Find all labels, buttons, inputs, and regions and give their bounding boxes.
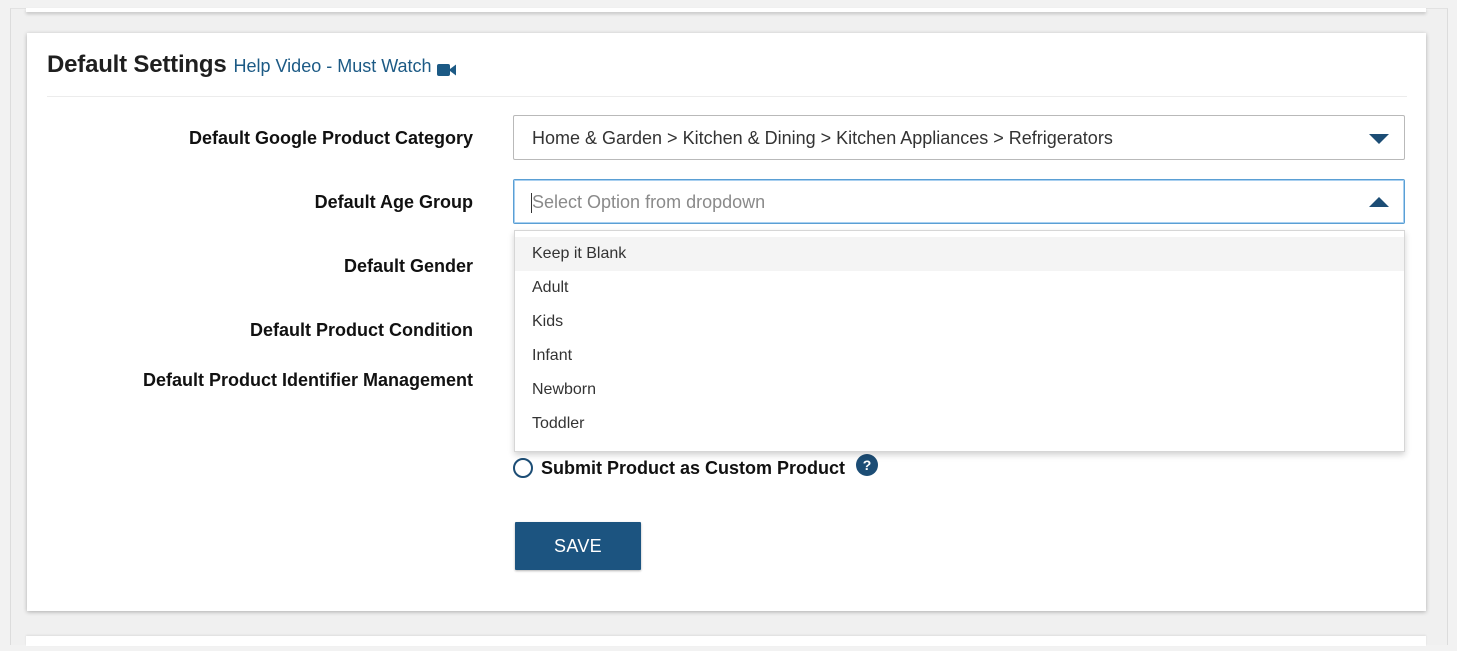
age-group-label: Default Age Group bbox=[314, 192, 473, 212]
header-divider bbox=[47, 96, 1407, 97]
google-category-select[interactable]: Home & Garden > Kitchen & Dining > Kitch… bbox=[513, 115, 1405, 160]
condition-label: Default Product Condition bbox=[250, 320, 473, 340]
card-header: Default Settings Help Video - Must Watch bbox=[47, 51, 457, 79]
save-button[interactable]: SAVE bbox=[515, 522, 641, 570]
default-settings-card: Default Settings Help Video - Must Watch… bbox=[27, 33, 1426, 611]
previous-card-edge bbox=[26, 8, 1426, 12]
dropdown-option-toddler[interactable]: Toddler bbox=[515, 407, 1404, 441]
dropdown-option-newborn[interactable]: Newborn bbox=[515, 373, 1404, 407]
custom-product-radio[interactable] bbox=[513, 458, 533, 478]
custom-product-option[interactable]: Submit Product as Custom Product ? bbox=[513, 454, 879, 479]
identifier-management-label: Default Product Identifier Management bbox=[142, 370, 473, 390]
video-camera-icon bbox=[436, 61, 457, 76]
custom-product-label: Submit Product as Custom Product bbox=[541, 457, 846, 478]
dropdown-option-kids[interactable]: Kids bbox=[515, 305, 1404, 339]
chevron-up-icon bbox=[1369, 197, 1389, 207]
help-video-link[interactable]: Help Video - Must Watch bbox=[233, 56, 456, 77]
chevron-down-icon bbox=[1369, 134, 1389, 144]
next-card-edge bbox=[26, 636, 1426, 646]
age-group-placeholder: Select Option from dropdown bbox=[532, 192, 766, 212]
age-group-select[interactable]: Select Option from dropdown bbox=[513, 179, 1405, 224]
help-icon[interactable]: ? bbox=[856, 454, 879, 476]
gender-label: Default Gender bbox=[343, 256, 473, 276]
card-title: Default Settings bbox=[47, 51, 227, 78]
google-category-label: Default Google Product Category bbox=[188, 128, 473, 148]
age-group-dropdown-menu: Keep it Blank Adult Kids Infant Newborn … bbox=[514, 230, 1405, 452]
dropdown-option-adult[interactable]: Adult bbox=[515, 271, 1404, 305]
dropdown-option-keep-blank[interactable]: Keep it Blank bbox=[515, 237, 1404, 271]
google-category-value: Home & Garden > Kitchen & Dining > Kitch… bbox=[532, 128, 1113, 148]
help-video-link-label: Help Video - Must Watch bbox=[233, 56, 432, 76]
dropdown-option-infant[interactable]: Infant bbox=[515, 339, 1404, 373]
